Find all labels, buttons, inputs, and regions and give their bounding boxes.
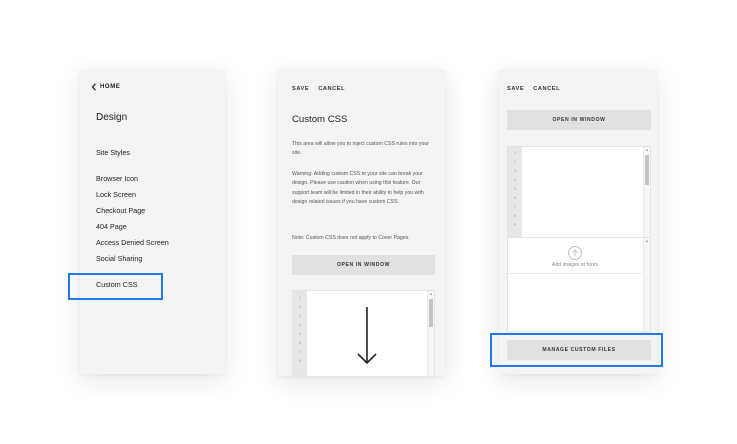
- scrollbar-thumb[interactable]: [429, 299, 433, 327]
- page-title: Design: [96, 112, 128, 123]
- scroll-up-icon[interactable]: ▴: [644, 147, 650, 152]
- intro-text: This area will allow you to inject custo…: [292, 141, 429, 157]
- editor-scrollbar[interactable]: ▴: [643, 147, 650, 237]
- custom-files-panel: SAVE CANCEL OPEN IN WINDOW 1 2 3 4 5 6 7…: [499, 70, 657, 374]
- menu-item-site-styles[interactable]: Site Styles: [96, 148, 130, 157]
- menu-item-social-sharing[interactable]: Social Sharing: [96, 254, 142, 263]
- menu-item-404-page[interactable]: 404 Page: [96, 222, 127, 231]
- upload-arrow-icon[interactable]: [568, 246, 582, 260]
- scroll-up-icon[interactable]: ▴: [644, 238, 650, 243]
- note-text: Note: Custom CSS does not apply to Cover…: [292, 235, 410, 241]
- menu-item-checkout-page[interactable]: Checkout Page: [96, 206, 145, 215]
- divider: [508, 273, 642, 274]
- line-number: 2: [513, 160, 517, 164]
- file-upload-area[interactable]: Add images or fonts ▴: [507, 238, 651, 332]
- design-panel: HOME Design Site Styles Browser Icon Loc…: [80, 70, 225, 374]
- manage-files-highlight: [490, 333, 663, 367]
- line-number: 1: [298, 296, 302, 300]
- menu-item-lock-screen[interactable]: Lock Screen: [96, 190, 136, 199]
- upload-scrollbar[interactable]: ▴: [643, 238, 650, 331]
- line-number: 7: [513, 205, 517, 209]
- line-number: 6: [513, 196, 517, 200]
- line-number: 4: [513, 178, 517, 182]
- line-number: 5: [298, 332, 302, 336]
- home-label: HOME: [100, 84, 121, 90]
- save-button[interactable]: SAVE: [292, 86, 309, 92]
- open-in-window-button[interactable]: OPEN IN WINDOW: [292, 255, 435, 275]
- upload-label: Add images or fonts: [551, 262, 599, 268]
- scroll-up-icon[interactable]: ▴: [428, 291, 434, 296]
- custom-css-highlight: [68, 273, 163, 300]
- line-number-gutter: 1 2 3 4 5 6 7 8 9: [508, 147, 522, 237]
- files-code-editor[interactable]: 1 2 3 4 5 6 7 8 9 ▴: [507, 146, 651, 238]
- line-number: 3: [513, 169, 517, 173]
- cancel-button[interactable]: CANCEL: [533, 86, 560, 92]
- home-back-link[interactable]: HOME: [91, 83, 120, 91]
- chevron-left-icon: [91, 83, 96, 91]
- line-number: 8: [298, 359, 302, 363]
- line-number-gutter: 1 2 3 4 5 6 7 8: [293, 291, 307, 376]
- line-number: 1: [513, 151, 517, 155]
- warning-text: Warning: Adding custom CSS to your site …: [292, 171, 424, 206]
- css-code-editor[interactable]: 1 2 3 4 5 6 7 8 ▴: [292, 290, 435, 376]
- menu-item-browser-icon[interactable]: Browser Icon: [96, 174, 138, 183]
- files-panel-toolbar: SAVE CANCEL: [507, 86, 560, 92]
- line-number: 7: [298, 350, 302, 354]
- save-button[interactable]: SAVE: [507, 86, 524, 92]
- line-number: 6: [298, 341, 302, 345]
- custom-css-panel: SAVE CANCEL Custom CSS This area will al…: [278, 70, 445, 376]
- scrollbar-thumb[interactable]: [645, 155, 649, 185]
- panel-title: Custom CSS: [292, 114, 348, 125]
- arrow-down-icon: [357, 307, 377, 365]
- line-number: 5: [513, 187, 517, 191]
- line-number: 4: [298, 323, 302, 327]
- line-number: 2: [298, 305, 302, 309]
- line-number: 8: [513, 214, 517, 218]
- open-in-window-button[interactable]: OPEN IN WINDOW: [507, 110, 651, 130]
- editor-scrollbar[interactable]: ▴: [427, 291, 434, 376]
- line-number: 3: [298, 314, 302, 318]
- line-number: 9: [513, 223, 517, 227]
- menu-item-access-denied-screen[interactable]: Access Denied Screen: [96, 238, 169, 247]
- css-panel-toolbar: SAVE CANCEL: [292, 86, 345, 92]
- cancel-button[interactable]: CANCEL: [318, 86, 345, 92]
